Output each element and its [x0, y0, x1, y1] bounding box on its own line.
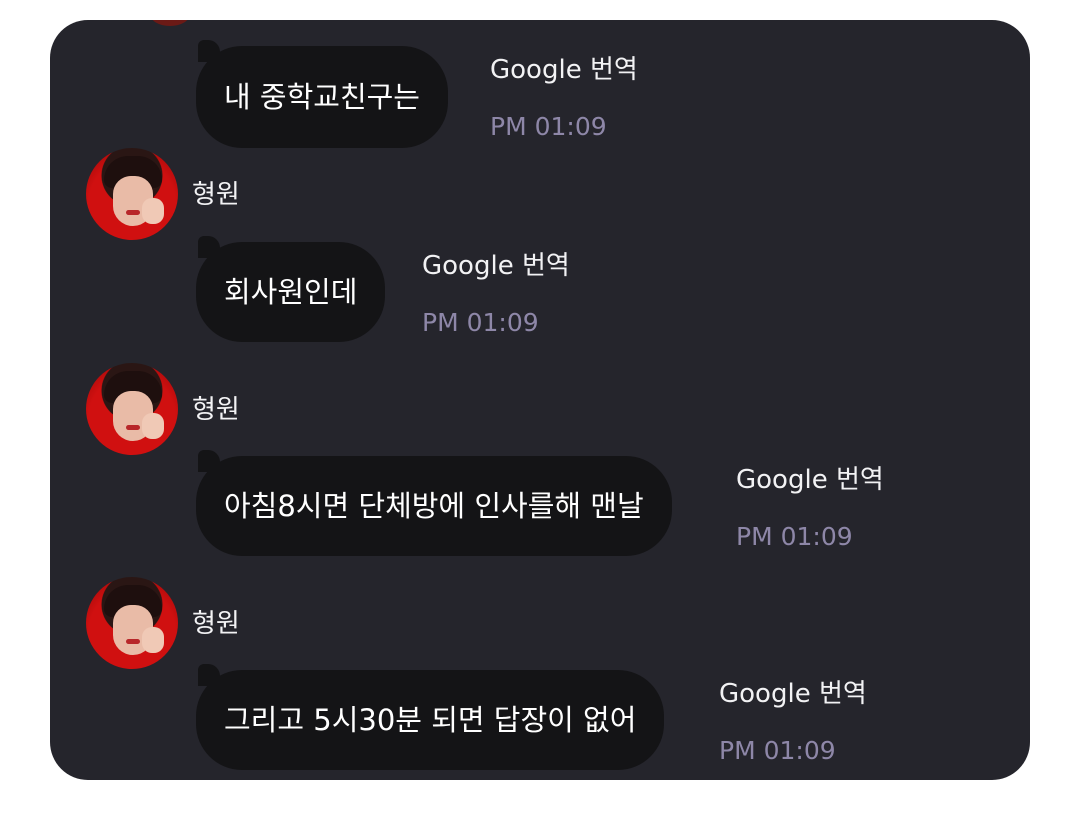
- sender-name: 형원: [192, 395, 240, 425]
- avatar[interactable]: [86, 363, 178, 455]
- message-bubble[interactable]: 내 중학교친구는: [196, 40, 448, 148]
- message-timestamp: PM 01:09: [719, 736, 836, 765]
- message-bubble[interactable]: 아침8시면 단체방에 인사를해 맨날: [196, 450, 672, 556]
- google-translate-link[interactable]: Google 번역: [422, 250, 570, 282]
- google-translate-link[interactable]: Google 번역: [736, 464, 884, 496]
- avatar[interactable]: [86, 148, 178, 240]
- sender-header: 형원: [86, 148, 240, 240]
- message-row: 아침8시면 단체방에 인사를해 맨날 Google 번역 PM 01:09: [196, 450, 884, 556]
- message-row: 내 중학교친구는 Google 번역 PM 01:09: [196, 40, 638, 148]
- message-timestamp: PM 01:09: [736, 522, 853, 551]
- chat-panel: 내 중학교친구는 Google 번역 PM 01:09 형원 회사원인데 Goo…: [50, 20, 1030, 780]
- sender-name: 형원: [192, 609, 240, 639]
- message-row: 그리고 5시30분 되면 답장이 없어 Google 번역 PM 01:09: [196, 664, 867, 770]
- message-text: 회사원인데: [224, 275, 358, 309]
- message-bubble[interactable]: 그리고 5시30분 되면 답장이 없어: [196, 664, 665, 770]
- message-text: 그리고 5시30분 되면 답장이 없어: [224, 703, 637, 737]
- message-text: 아침8시면 단체방에 인사를해 맨날: [224, 489, 644, 523]
- message-meta: Google 번역 PM 01:09: [490, 54, 638, 142]
- message-meta: Google 번역 PM 01:09: [422, 250, 570, 338]
- sender-header: 형원: [86, 363, 240, 455]
- google-translate-link[interactable]: Google 번역: [719, 678, 867, 710]
- message-meta: Google 번역 PM 01:09: [719, 678, 867, 766]
- message-meta: Google 번역 PM 01:09: [736, 464, 884, 552]
- message-timestamp: PM 01:09: [490, 112, 607, 141]
- sender-header: 형원: [86, 577, 240, 669]
- google-translate-link[interactable]: Google 번역: [490, 54, 638, 86]
- avatar[interactable]: [150, 20, 190, 26]
- message-row: 회사원인데 Google 번역 PM 01:09: [196, 236, 570, 342]
- message-timestamp: PM 01:09: [422, 308, 539, 337]
- message-bubble[interactable]: 회사원인데: [196, 236, 386, 342]
- message-text: 내 중학교친구는: [224, 80, 420, 114]
- sender-name: 형원: [192, 180, 240, 210]
- avatar[interactable]: [86, 577, 178, 669]
